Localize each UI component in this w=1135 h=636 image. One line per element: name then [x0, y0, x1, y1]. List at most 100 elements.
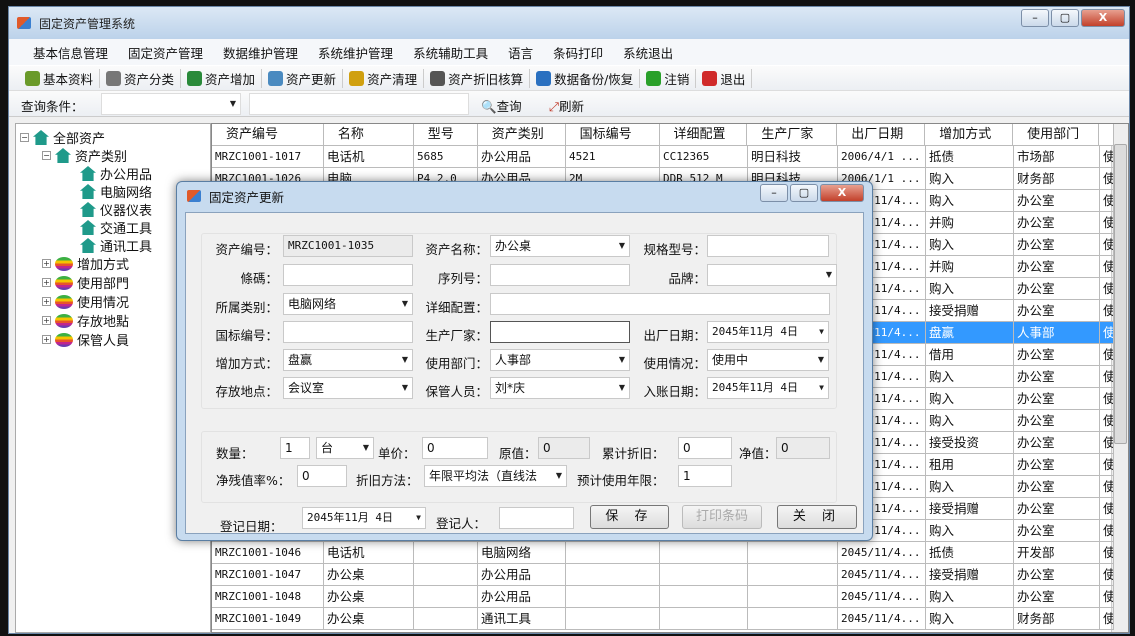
- menu-item[interactable]: 条码打印: [543, 43, 613, 62]
- expand-toggle-icon[interactable]: −: [20, 133, 29, 142]
- tree-node[interactable]: + 使用情况: [42, 292, 129, 311]
- quantity-field[interactable]: 1: [280, 437, 310, 459]
- expand-toggle-icon[interactable]: +: [42, 335, 51, 344]
- barcode-field[interactable]: [283, 264, 413, 286]
- tree-node[interactable]: 电脑网络: [80, 182, 152, 201]
- toolbar-button-1[interactable]: 资产分类: [100, 68, 182, 88]
- query-input[interactable]: [249, 93, 469, 115]
- column-header[interactable]: 资产编号: [212, 124, 324, 146]
- keeper-field[interactable]: 刘*庆: [490, 377, 630, 399]
- column-header[interactable]: 出厂日期: [837, 124, 926, 146]
- tree-node[interactable]: 通讯工具: [80, 236, 152, 255]
- expand-toggle-icon[interactable]: +: [42, 259, 51, 268]
- toolbar-button-2[interactable]: 资产增加: [181, 68, 263, 88]
- dialog-close-button[interactable]: X: [820, 184, 864, 202]
- tree-node[interactable]: − 资产类别: [42, 146, 127, 165]
- menu-item[interactable]: 系统维护管理: [308, 43, 403, 62]
- dialog-maximize-button[interactable]: ▢: [790, 184, 818, 202]
- toolbar-button-3[interactable]: 资产更新: [262, 68, 344, 88]
- tree-node[interactable]: 办公用品: [80, 164, 152, 183]
- scrollbar-thumb[interactable]: [1114, 144, 1127, 444]
- category-field[interactable]: 电脑网络: [283, 293, 413, 315]
- asset_no-field[interactable]: MRZC1001-1035: [283, 235, 413, 257]
- depreciation-method-select[interactable]: 年限平均法（直线法: [424, 465, 567, 487]
- column-header[interactable]: 增加方式: [925, 124, 1014, 146]
- toolbar-button-8[interactable]: 退出: [696, 68, 753, 88]
- table-row[interactable]: MRZC1001-1049办公桌 通讯工具 2045/11/4...购入财务部使用中: [212, 608, 1114, 630]
- menu-item[interactable]: 语言: [498, 43, 543, 62]
- toolbar-button-6[interactable]: 数据备份/恢复: [530, 68, 641, 88]
- table-row[interactable]: MRZC1001-1046电话机 电脑网络 2045/11/4...抵债开发部使用中: [212, 542, 1114, 564]
- config-field[interactable]: [490, 293, 830, 315]
- table-row[interactable]: MRZC1001-1017 电话机 5685 办公用品 4521 CC12365 明日科技 2…: [212, 146, 1114, 168]
- menu-item[interactable]: 固定资产管理: [118, 43, 213, 62]
- maximize-button[interactable]: ▢: [1051, 9, 1079, 27]
- print-barcode-button[interactable]: 打印条码: [682, 505, 762, 529]
- maker-field[interactable]: [490, 321, 630, 343]
- brand-field[interactable]: [707, 264, 837, 286]
- table-cell: [660, 542, 748, 564]
- dialog-minimize-button[interactable]: –: [760, 184, 788, 202]
- toolbar-button-4[interactable]: 资产清理: [343, 68, 425, 88]
- tree-node[interactable]: − 全部资产: [20, 128, 105, 147]
- dept-field[interactable]: 人事部: [490, 349, 630, 371]
- expand-toggle-icon[interactable]: −: [42, 151, 51, 160]
- location-field[interactable]: 会议室: [283, 377, 413, 399]
- menu-item[interactable]: 基本信息管理: [23, 43, 118, 62]
- usage-field[interactable]: 使用中: [707, 349, 829, 371]
- label-dept: 使用部门：: [425, 356, 488, 371]
- close-dialog-button[interactable]: 关 闭: [777, 505, 857, 529]
- save-button[interactable]: 保 存: [590, 505, 669, 529]
- spec-field[interactable]: [707, 235, 829, 257]
- tree-node[interactable]: 仪器仪表: [80, 200, 152, 219]
- column-header[interactable]: 型号: [413, 124, 478, 146]
- table-cell: 接受捐赠: [926, 498, 1014, 520]
- entry_date-field[interactable]: 2045年11月 4日: [707, 377, 829, 399]
- table-row[interactable]: MRZC1001-1047办公桌 办公用品 2045/11/4...接受捐赠办公室使…: [212, 564, 1114, 586]
- toolbar-button-5[interactable]: 资产折旧核算: [424, 68, 531, 88]
- tree-node[interactable]: 交通工具: [80, 218, 152, 237]
- expand-toggle-icon[interactable]: +: [42, 278, 51, 287]
- accumulated-depreciation-field[interactable]: 0: [678, 437, 732, 459]
- unit-select[interactable]: 台: [316, 437, 374, 459]
- table-cell: 使用中: [1100, 168, 1114, 190]
- gb_no-field[interactable]: [283, 321, 413, 343]
- label-config: 详细配置：: [425, 300, 488, 315]
- column-header[interactable]: 详细配置: [659, 124, 748, 146]
- toolbar-button-0[interactable]: 基本资料: [19, 68, 101, 88]
- serial-field[interactable]: [490, 264, 630, 286]
- column-header[interactable]: 使用部门: [1013, 124, 1100, 146]
- expand-toggle-icon[interactable]: +: [42, 316, 51, 325]
- table-row[interactable]: MRZC1001-1048办公桌 办公用品 2045/11/4...购入办公室使用中: [212, 586, 1114, 608]
- search-button[interactable]: 🔍查询: [481, 96, 522, 115]
- register-date-picker[interactable]: 2045年11月 4日: [302, 507, 426, 529]
- minimize-button[interactable]: –: [1021, 9, 1049, 27]
- column-header[interactable]: 资产类别: [477, 124, 566, 146]
- column-header[interactable]: 生产厂家: [747, 124, 838, 146]
- registrar-field[interactable]: [499, 507, 574, 529]
- menu-item[interactable]: 系统辅助工具: [403, 43, 498, 62]
- menu-item[interactable]: 数据维护管理: [213, 43, 308, 62]
- column-header[interactable]: 国标编号: [565, 124, 660, 146]
- expand-toggle-icon[interactable]: +: [42, 297, 51, 306]
- column-header[interactable]: 使用情况: [1099, 124, 1115, 146]
- tree-node[interactable]: + 增加方式: [42, 254, 129, 273]
- useful-life-field[interactable]: 1: [678, 465, 732, 487]
- net-value-field[interactable]: 0: [776, 437, 830, 459]
- add_way-field[interactable]: 盘赢: [283, 349, 413, 371]
- tree-node[interactable]: + 使用部門: [42, 273, 129, 292]
- mfg_date-field[interactable]: 2045年11月 4日: [707, 321, 829, 343]
- menu-item[interactable]: 系统退出: [613, 43, 683, 62]
- asset_name-field[interactable]: 办公桌: [490, 235, 630, 257]
- query-condition-select[interactable]: [101, 93, 241, 115]
- tree-node[interactable]: + 存放地點: [42, 311, 129, 330]
- table-cell: 抵债: [926, 146, 1014, 168]
- tree-node[interactable]: + 保管人員: [42, 330, 129, 349]
- residual-rate-field[interactable]: 0: [297, 465, 347, 487]
- close-button[interactable]: X: [1081, 9, 1125, 27]
- toolbar-button-7[interactable]: 注销: [640, 68, 697, 88]
- original-value-field[interactable]: 0: [538, 437, 590, 459]
- column-header[interactable]: 名称: [323, 124, 414, 146]
- unit-price-field[interactable]: 0: [422, 437, 488, 459]
- refresh-button[interactable]: ⤢刷新: [549, 96, 584, 115]
